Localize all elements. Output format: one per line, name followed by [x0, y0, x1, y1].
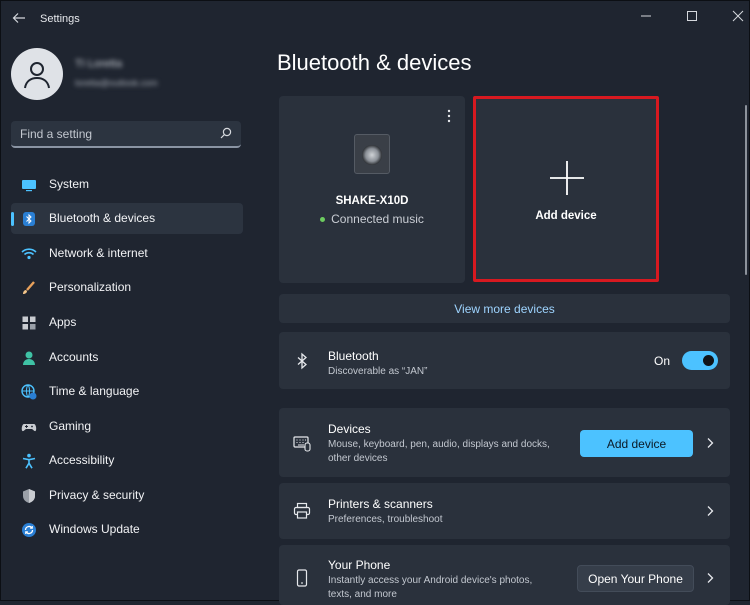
wifi-icon	[21, 248, 37, 260]
phone-icon	[296, 569, 308, 587]
sidebar-item-windows-update[interactable]: Windows Update	[11, 514, 243, 545]
brush-icon	[23, 281, 35, 294]
user-email: loretta@outlook.com	[75, 78, 158, 88]
bluetooth-toggle-label: On	[654, 354, 671, 368]
printers-scanners-row[interactable]: Printers & scanners Preferences, trouble…	[279, 483, 730, 539]
gamepad-icon	[21, 424, 37, 432]
your-phone-subtitle-line2: texts, and more	[328, 589, 397, 600]
keyboard-icon	[293, 436, 311, 452]
app-title: Settings	[40, 13, 80, 25]
add-device-button[interactable]: Add device	[580, 430, 693, 457]
minimize-icon[interactable]	[632, 6, 660, 26]
sidebar-item-bluetooth-devices[interactable]: Bluetooth & devices	[11, 203, 243, 234]
status-dot-icon	[320, 217, 326, 223]
device-card[interactable]: SHAKE-X10D Connected music	[279, 96, 465, 283]
sidebar-item-time-language[interactable]: Time & language	[11, 376, 243, 407]
sidebar-item-label: Gaming	[49, 419, 92, 433]
view-more-devices-label: View more devices	[454, 302, 555, 316]
shield-icon	[23, 489, 35, 503]
toggle-knob	[703, 355, 714, 366]
sidebar-item-label: Personalization	[49, 280, 132, 294]
sidebar-item-system[interactable]: System	[11, 169, 243, 200]
view-more-devices-link[interactable]: View more devices	[279, 294, 730, 323]
add-device-card[interactable]: Add device	[473, 96, 659, 282]
back-arrow-icon[interactable]	[12, 11, 26, 25]
printers-subtitle: Preferences, troubleshoot	[328, 514, 443, 525]
bluetooth-subtitle: Discoverable as “JAN”	[328, 366, 428, 377]
sidebar-item-label: Privacy & security	[49, 488, 145, 502]
sidebar-item-label: System	[49, 177, 90, 191]
sidebar-item-label: Accessibility	[49, 453, 115, 467]
person-icon	[24, 62, 50, 89]
sidebar-item-gaming[interactable]: Gaming	[11, 411, 243, 442]
page-title: Bluetooth & devices	[277, 50, 472, 75]
sidebar-item-apps[interactable]: Apps	[11, 307, 243, 338]
person-icon	[23, 351, 35, 365]
devices-subtitle-line2: other devices	[328, 453, 388, 464]
avatar[interactable]	[11, 48, 63, 100]
sidebar-item-label: Apps	[49, 315, 77, 329]
sidebar-item-label: Windows Update	[49, 522, 140, 536]
printers-title: Printers & scanners	[328, 497, 433, 511]
device-status-text: Connected music	[331, 212, 424, 226]
printer-icon	[293, 502, 311, 519]
sidebar-item-label: Network & internet	[49, 246, 148, 260]
your-phone-title: Your Phone	[328, 558, 391, 572]
bluetooth-icon	[297, 352, 307, 370]
user-name: TI Loretta	[75, 58, 123, 70]
bluetooth-title: Bluetooth	[328, 349, 379, 363]
globe-clock-icon	[21, 384, 37, 400]
apps-icon	[22, 316, 36, 330]
devices-subtitle-line1: Mouse, keyboard, pen, audio, displays an…	[328, 439, 550, 450]
scrollbar[interactable]	[745, 105, 747, 275]
sidebar-item-label: Time & language	[49, 384, 140, 398]
chevron-right-icon[interactable]	[706, 572, 714, 584]
sidebar-item-personalization[interactable]: Personalization	[11, 272, 243, 303]
sidebar-item-accessibility[interactable]: Accessibility	[11, 445, 243, 476]
bluetooth-toggle[interactable]	[682, 351, 718, 370]
sidebar-item-privacy-security[interactable]: Privacy & security	[11, 480, 243, 511]
plus-icon	[550, 161, 584, 195]
search-box[interactable]	[11, 121, 241, 148]
devices-title: Devices	[328, 422, 371, 436]
sidebar-item-label: Accounts	[49, 350, 99, 364]
sidebar-item-label: Bluetooth & devices	[49, 211, 156, 225]
open-your-phone-button[interactable]: Open Your Phone	[577, 565, 694, 592]
add-device-label: Add device	[535, 210, 597, 222]
sidebar-item-network[interactable]: Network & internet	[11, 238, 243, 269]
title-bar: Settings	[0, 0, 750, 38]
monitor-icon	[22, 180, 36, 192]
active-indicator	[11, 212, 14, 226]
bluetooth-icon	[23, 212, 35, 226]
speaker-icon	[354, 134, 390, 174]
device-status: Connected music	[279, 212, 465, 226]
bluetooth-row: Bluetooth Discoverable as “JAN” On	[279, 332, 730, 389]
your-phone-row[interactable]: Your Phone Instantly access your Android…	[279, 545, 730, 605]
chevron-right-icon[interactable]	[706, 437, 714, 449]
your-phone-subtitle-line1: Instantly access your Android device's p…	[328, 575, 533, 586]
more-options-icon[interactable]	[443, 108, 455, 124]
accessibility-icon	[22, 453, 36, 469]
sidebar-item-accounts[interactable]: Accounts	[11, 342, 243, 373]
close-icon[interactable]	[724, 6, 750, 26]
device-name: SHAKE-X10D	[335, 195, 409, 207]
search-input[interactable]	[20, 126, 210, 142]
chevron-right-icon[interactable]	[706, 505, 714, 517]
maximize-icon[interactable]	[678, 6, 706, 26]
search-icon[interactable]	[220, 127, 232, 139]
devices-row[interactable]: Devices Mouse, keyboard, pen, audio, dis…	[279, 408, 730, 477]
update-icon	[22, 523, 36, 537]
